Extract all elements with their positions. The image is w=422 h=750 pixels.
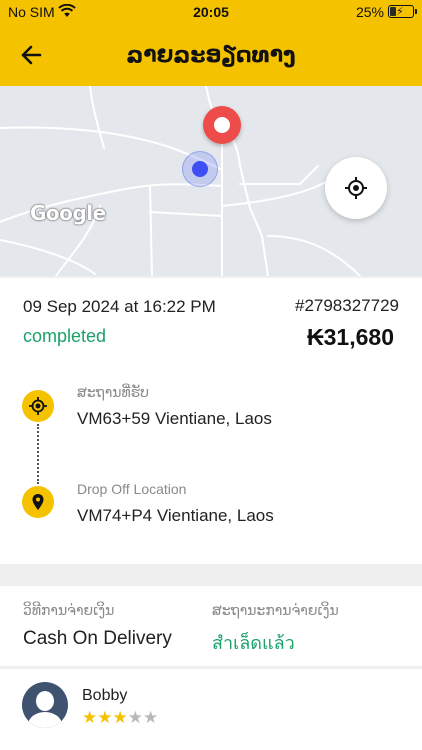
dropoff-address: VM74+P4 Vientiane, Laos (77, 506, 274, 525)
user-avatar-icon (22, 682, 68, 728)
dropoff-label: Drop Off Location (77, 481, 187, 497)
top-bar: No SIM 20:05 25% ⚡ ລາຍລະອຽດທາງ (0, 0, 422, 86)
trip-status: completed (23, 326, 107, 346)
payment-status-label: ສະຖານະການຈ່າຍເງິນ (212, 602, 339, 618)
star-icon: ★ (112, 708, 128, 727)
map-pin-icon (22, 486, 54, 518)
trip-details-card: 09 Sep 2024 at 16:22 PM #2798327729 comp… (0, 278, 422, 564)
star-icon: ★ (127, 708, 143, 727)
payment-card: ວິທີການຈ່າຍເງິນ Cash On Delivery ສະຖານະກ… (0, 586, 422, 666)
payment-status-value: สำเล็ดแล้ว (212, 633, 295, 653)
driver-name: Bobby (82, 687, 128, 704)
google-logo: Google (30, 201, 106, 225)
page-title: ລາຍລະອຽດທາງ (126, 42, 296, 67)
pickup-marker (203, 106, 241, 144)
trip-date: 09 Sep 2024 at 16:22 PM (23, 297, 216, 316)
route-connector (37, 424, 39, 484)
crosshair-icon (345, 177, 367, 199)
battery-charging-icon: ⚡ (388, 5, 417, 18)
driver-rating: ★★★★★ (82, 709, 158, 727)
trip-map[interactable]: Google (0, 86, 422, 276)
battery-percent: 25% (355, 4, 384, 20)
payment-method-value: Cash On Delivery (23, 628, 172, 649)
current-location-marker (182, 151, 218, 187)
status-bar: No SIM 20:05 25% ⚡ (0, 0, 422, 24)
trip-fare: ₭31,680 (307, 324, 394, 350)
order-id: #2798327729 (294, 296, 399, 315)
app-header: ລາຍລະອຽດທາງ (0, 24, 422, 86)
star-icon: ★ (97, 708, 113, 727)
locate-me-button[interactable] (325, 157, 387, 219)
star-icon: ★ (82, 708, 98, 727)
driver-card[interactable]: Bobby ★★★★★ (0, 669, 422, 750)
target-icon (22, 390, 54, 422)
payment-method-label: ວິທີການຈ່າຍເງິນ (23, 602, 115, 618)
pickup-address: VM63+59 Vientiane, Laos (77, 409, 272, 428)
star-icon: ★ (143, 708, 159, 727)
pickup-label: ສະຖານທີ່ຮັບ (77, 384, 149, 400)
